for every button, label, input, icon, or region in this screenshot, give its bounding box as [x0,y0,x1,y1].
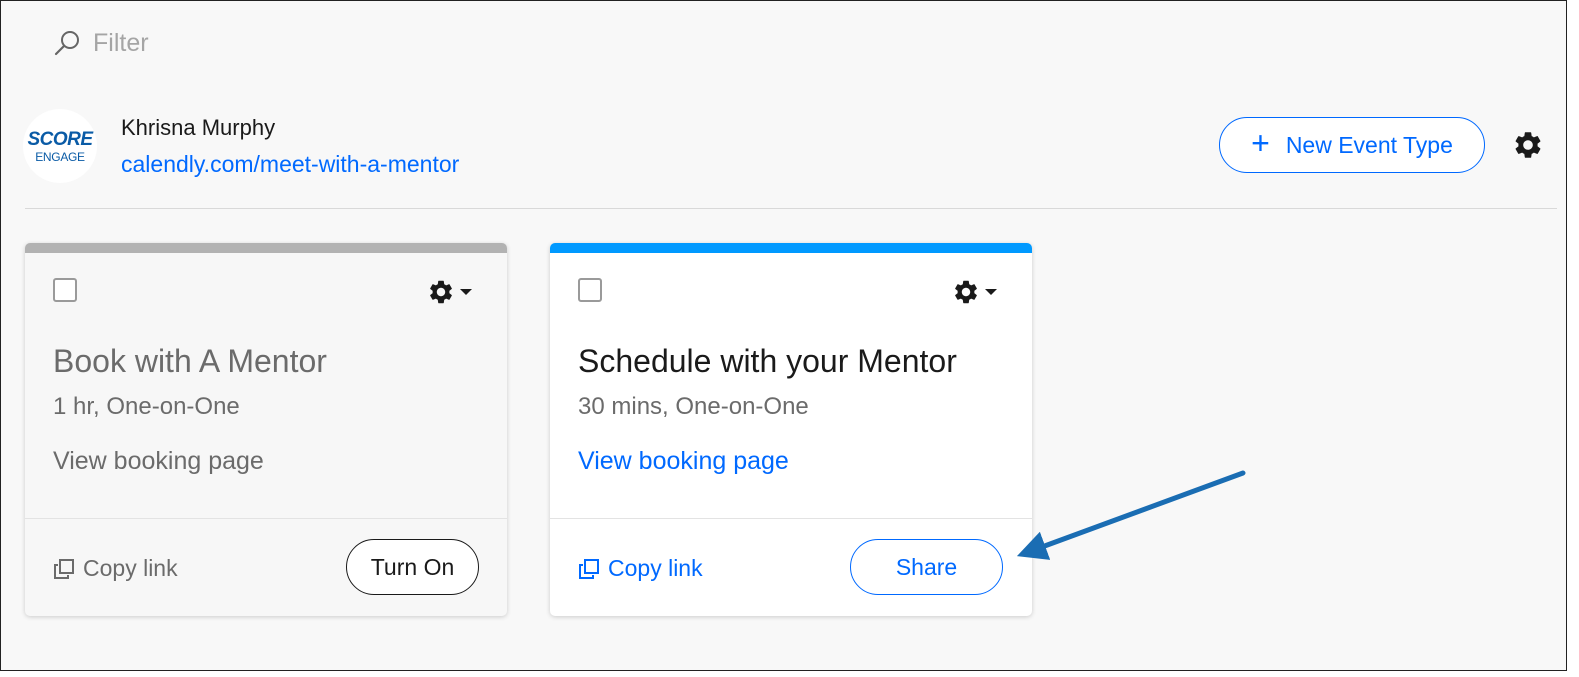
card-status-bar [25,243,507,253]
copy-link-label: Copy link [608,555,703,581]
select-checkbox[interactable] [53,278,77,302]
turn-on-button[interactable]: Turn On [346,539,479,595]
new-event-type-label: New Event Type [1285,131,1453,158]
plus-icon: + [1251,125,1270,161]
event-types-panel: SCORE ENGAGE Khrisna Murphy calendly.com… [0,0,1567,671]
card-divider [25,518,507,519]
avatar: SCORE ENGAGE [23,109,97,183]
event-title: Schedule with your Mentor [578,343,957,379]
user-name: Khrisna Murphy [121,115,276,140]
gear-icon [955,280,977,304]
caret-down-icon [460,289,472,295]
view-booking-page-link[interactable]: View booking page [53,447,264,476]
card-status-bar [550,243,1032,253]
event-title: Book with A Mentor [53,343,327,379]
header-divider [25,208,1557,209]
event-duration: 1 hr, One-on-One [53,393,240,420]
event-type-card: Schedule with your Mentor 30 mins, One-o… [550,243,1032,616]
card-settings-menu[interactable] [427,277,473,307]
logo-line-2: ENGAGE [35,149,85,164]
logo-line-1: SCORE [27,128,93,150]
card-settings-menu[interactable] [952,277,998,307]
copy-icon [579,558,599,579]
share-button[interactable]: Share [850,539,1003,595]
gear-icon [430,280,452,304]
caret-down-icon [985,289,997,295]
event-duration: 30 mins, One-on-One [578,393,809,420]
copy-link-label: Copy link [83,555,178,581]
scheduling-link[interactable]: calendly.com/meet-with-a-mentor [121,151,459,178]
new-event-type-button[interactable]: + New Event Type [1219,117,1485,173]
view-booking-page-link[interactable]: View booking page [578,447,789,476]
copy-link-button[interactable]: Copy link [578,555,703,582]
search-icon [54,31,79,56]
copy-icon [54,558,74,579]
filter-input[interactable] [93,28,393,58]
select-checkbox[interactable] [578,278,602,302]
card-divider [550,518,1032,519]
gear-icon[interactable] [1512,129,1544,161]
copy-link-button[interactable]: Copy link [53,555,178,582]
filter-bar[interactable] [51,23,393,63]
event-type-card: Book with A Mentor 1 hr, One-on-One View… [25,243,507,616]
